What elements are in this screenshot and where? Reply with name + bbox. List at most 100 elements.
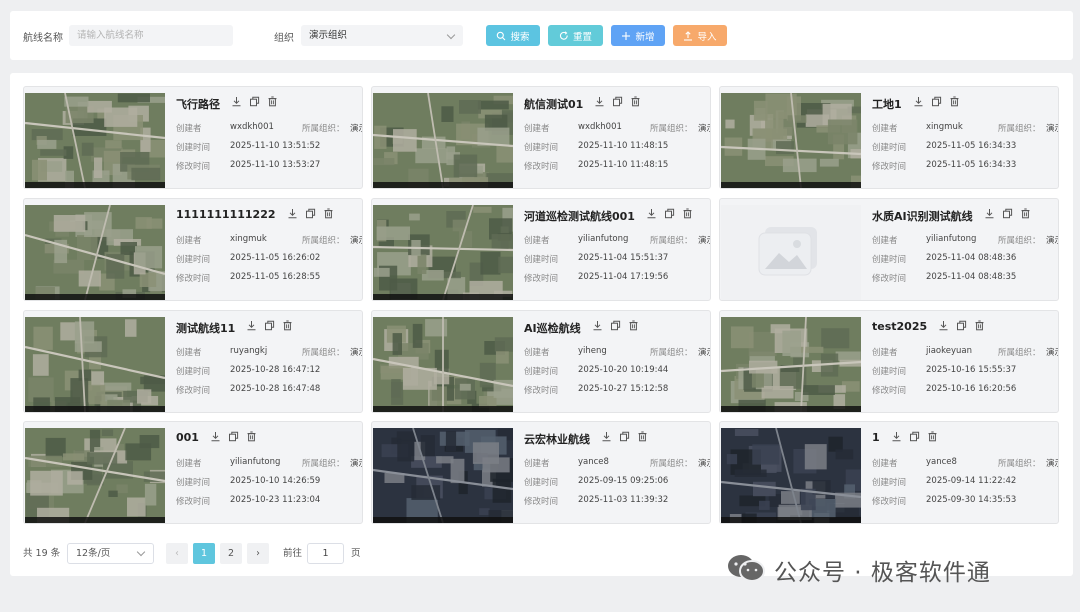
copy-icon[interactable] xyxy=(931,96,942,107)
copy-icon[interactable] xyxy=(956,320,967,331)
search-button[interactable]: 搜索 xyxy=(486,25,540,46)
card-actions xyxy=(594,96,641,107)
org-label: 所属组织： xyxy=(650,348,693,358)
delete-icon[interactable] xyxy=(246,431,257,442)
creator-row: 创建者 ruyangkj 所属组织： 演示组织 xyxy=(176,346,362,358)
route-name-input[interactable]: 请输入航线名称 xyxy=(69,25,233,46)
route-card[interactable]: 云宏林业航线创建者 yance8 所属组织： 演示组织创建时间 2025-09-15 0… xyxy=(371,421,711,524)
download-icon[interactable] xyxy=(592,320,603,331)
org-select[interactable]: 演示组织 xyxy=(301,25,463,46)
copy-icon[interactable] xyxy=(228,431,239,442)
org-value: 演示组织 xyxy=(1046,348,1058,358)
creator-label: 创建者 xyxy=(524,236,550,246)
search-icon xyxy=(496,31,506,41)
download-icon[interactable] xyxy=(594,96,605,107)
route-card[interactable]: 航信测试01 创建者 wxdkh001 所属组织： 演示组织创建时间 2025-11-10… xyxy=(371,86,711,189)
copy-icon[interactable] xyxy=(249,96,260,107)
download-icon[interactable] xyxy=(984,208,995,219)
route-card[interactable]: 测试航线11 创建者 ruyangkj 所属组织： 演示组织创建时间 2025-10-28… xyxy=(23,310,363,413)
route-card[interactable]: 河道巡检测试航线001 创建者 yilianfutong 所属组织： 演示组织创建时间 2… xyxy=(371,198,711,301)
route-thumbnail[interactable] xyxy=(25,428,165,523)
route-card[interactable]: AI巡检航线创建者 yiheng 所属组织： 演示组织创建时间 2025-10-20 1… xyxy=(371,310,711,413)
download-icon[interactable] xyxy=(287,208,298,219)
route-thumbnail[interactable] xyxy=(721,428,861,523)
created-value: 2025-11-04 15:51:37 xyxy=(578,253,669,263)
copy-icon[interactable] xyxy=(610,320,621,331)
route-thumbnail[interactable] xyxy=(721,205,861,300)
card-actions xyxy=(287,208,334,219)
route-thumbnail[interactable] xyxy=(373,93,513,188)
delete-icon[interactable] xyxy=(323,208,334,219)
add-button[interactable]: 新增 xyxy=(611,25,665,46)
prev-page-button[interactable]: ‹ xyxy=(166,543,188,564)
route-thumbnail[interactable] xyxy=(25,317,165,412)
copy-icon[interactable] xyxy=(305,208,316,219)
delete-icon[interactable] xyxy=(267,96,278,107)
route-thumbnail[interactable] xyxy=(373,205,513,300)
route-card[interactable]: 工地1 创建者 xingmuk 所属组织： 演示组织创建时间 2025-11-05 16:… xyxy=(719,86,1059,189)
download-icon[interactable] xyxy=(231,96,242,107)
delete-icon[interactable] xyxy=(1020,208,1031,219)
modified-label: 修改时间 xyxy=(176,274,211,284)
route-thumbnail[interactable] xyxy=(721,317,861,412)
created-value: 2025-11-05 16:34:33 xyxy=(926,141,1017,151)
delete-icon[interactable] xyxy=(630,96,641,107)
refresh-icon xyxy=(559,30,569,41)
created-value: 2025-11-10 13:51:52 xyxy=(230,141,321,151)
page-size-select[interactable]: 12条/页 xyxy=(67,543,154,564)
card-actions xyxy=(938,320,985,331)
delete-icon[interactable] xyxy=(628,320,639,331)
route-card[interactable]: 1111111111222 创建者 xingmuk 所属组织： 演示组织创建时间 2025… xyxy=(23,198,363,301)
wechat-icon xyxy=(726,553,766,587)
route-card[interactable]: test2025 创建者 jiaokeyuan 所属组织： 演示组织创建时间 2025-1… xyxy=(719,310,1059,413)
download-icon[interactable] xyxy=(210,431,221,442)
route-thumbnail[interactable] xyxy=(721,93,861,188)
page-button-1[interactable]: 1 xyxy=(193,543,215,564)
copy-icon[interactable] xyxy=(612,96,623,107)
route-thumbnail[interactable] xyxy=(25,205,165,300)
watermark: 公众号 · 极客软件通 xyxy=(726,553,991,587)
card-actions xyxy=(646,208,693,219)
download-icon[interactable] xyxy=(601,431,612,442)
copy-icon[interactable] xyxy=(1002,208,1013,219)
delete-icon[interactable] xyxy=(974,320,985,331)
route-card[interactable]: 飞行路径创建者 wxdkh001 所属组织： 演示组织创建时间 2025-11-10 1… xyxy=(23,86,363,189)
delete-icon[interactable] xyxy=(637,431,648,442)
route-card[interactable]: 001 创建者 yilianfutong 所属组织： 演示组织创建时间 2025-10-1… xyxy=(23,421,363,524)
copy-icon[interactable] xyxy=(264,320,275,331)
created-row: 创建时间 2025-10-20 10:19:44 xyxy=(524,365,668,377)
created-row: 创建时间 2025-11-10 11:48:15 xyxy=(524,141,668,153)
copy-icon[interactable] xyxy=(619,431,630,442)
reset-button[interactable]: 重置 xyxy=(548,25,603,46)
created-label: 创建时间 xyxy=(176,478,211,488)
download-icon[interactable] xyxy=(913,96,924,107)
created-row: 创建时间 2025-10-28 16:47:12 xyxy=(176,365,320,377)
download-icon[interactable] xyxy=(938,320,949,331)
copy-icon[interactable] xyxy=(664,208,675,219)
modified-label: 修改时间 xyxy=(524,386,559,396)
download-icon[interactable] xyxy=(646,208,657,219)
route-name: 航信测试01 xyxy=(524,98,584,111)
org-value: 演示组织 xyxy=(1046,459,1058,469)
route-name: AI巡检航线 xyxy=(524,322,581,335)
route-card[interactable]: 1 创建者 yance8 所属组织： 演示组织创建时间 2025-09-14 11:22:… xyxy=(719,421,1059,524)
delete-icon[interactable] xyxy=(682,208,693,219)
next-page-button[interactable]: › xyxy=(247,543,269,564)
download-icon[interactable] xyxy=(891,431,902,442)
delete-icon[interactable] xyxy=(949,96,960,107)
delete-icon[interactable] xyxy=(927,431,938,442)
goto-page-input[interactable]: 1 xyxy=(307,543,344,564)
import-button[interactable]: 导入 xyxy=(673,25,727,46)
created-value: 2025-10-10 14:26:59 xyxy=(230,476,321,486)
download-icon[interactable] xyxy=(246,320,257,331)
org-value: 演示组织 xyxy=(1046,124,1058,134)
creator-label: 创建者 xyxy=(872,236,898,246)
modified-value: 2025-11-03 11:39:32 xyxy=(578,495,669,505)
route-card[interactable]: 水质AI识别测试航线创建者 yilianfutong 所属组织： 演示组织创建时间 20… xyxy=(719,198,1059,301)
delete-icon[interactable] xyxy=(282,320,293,331)
route-thumbnail[interactable] xyxy=(373,428,513,523)
copy-icon[interactable] xyxy=(909,431,920,442)
route-thumbnail[interactable] xyxy=(25,93,165,188)
page-button-2[interactable]: 2 xyxy=(220,543,242,564)
route-thumbnail[interactable] xyxy=(373,317,513,412)
